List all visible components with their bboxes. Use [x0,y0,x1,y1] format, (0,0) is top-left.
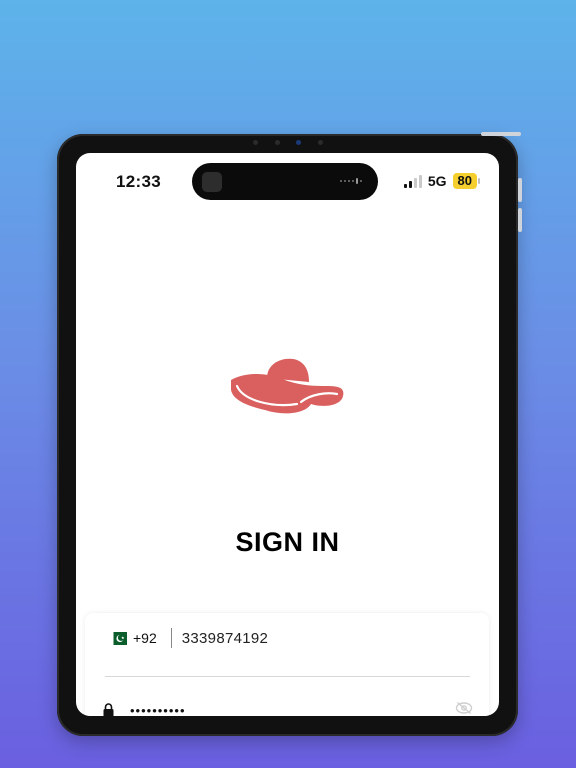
volume-down-button [518,208,522,232]
screen: 12:33 5G 80 SIGN IN +92 3339874192 •••••… [76,153,499,716]
pakistan-flag-icon[interactable] [109,631,127,645]
eye-off-icon[interactable] [455,701,473,715]
field-divider [170,628,172,648]
cellular-signal-icon [403,174,422,188]
front-camera [253,139,323,145]
password-input[interactable] [128,701,382,716]
volume-up-button [518,178,522,202]
status-time: 12:33 [116,172,161,191]
now-playing-thumbnail [202,172,222,192]
country-code-selector[interactable]: +92 [133,630,157,646]
sensor-dot [253,139,258,145]
top-button [481,132,521,136]
phone-field: +92 [109,623,469,653]
battery-indicator: 80 [452,173,481,189]
network-type: 5G [427,173,447,189]
audio-wave-icon [340,178,362,184]
camera-lens [296,139,302,145]
tablet-device-frame: 12:33 5G 80 SIGN IN +92 3339874192 •••••… [57,132,522,736]
sensor-dot [317,139,323,145]
status-indicators: 5G 80 [403,173,481,189]
password-field [103,699,473,716]
sensor-dot [274,139,280,145]
sign-in-form: +92 [85,613,489,716]
page-title: SIGN IN [235,527,340,557]
status-bar: 12:33 5G 80 [76,153,499,213]
phone-number-input[interactable] [179,628,384,648]
dynamic-island[interactable] [192,163,378,200]
lock-icon [103,703,114,716]
sun-hat-logo-icon [231,358,344,414]
form-divider [105,676,470,677]
